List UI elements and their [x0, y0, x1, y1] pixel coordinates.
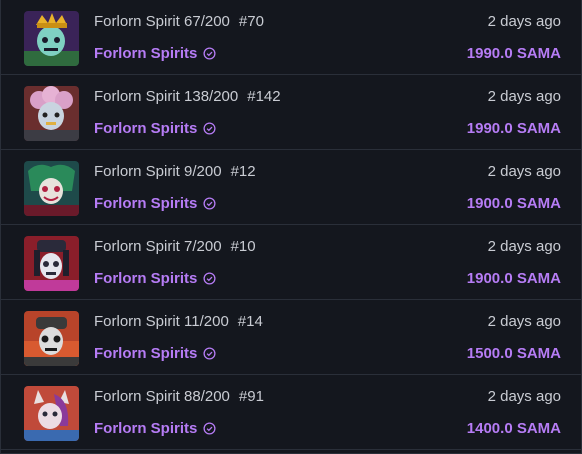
nft-thumbnail[interactable]	[24, 311, 79, 366]
sale-price: 1500.0 SAMA	[466, 345, 561, 362]
nft-number: #10	[230, 238, 256, 255]
nft-thumbnail[interactable]	[24, 236, 79, 291]
nft-thumbnail[interactable]	[24, 86, 79, 141]
collection-link[interactable]: Forlorn Spirits	[94, 195, 216, 212]
nft-title[interactable]: Forlorn Spirit 88/200 #91	[94, 388, 264, 405]
sale-time: 2 days ago	[487, 313, 561, 330]
sale-row[interactable]: Forlorn Spirit 67/200 #70 Forlorn Spirits…	[1, 0, 581, 75]
sale-time: 2 days ago	[487, 238, 561, 255]
sale-row[interactable]: Forlorn Spirit 11/200 #14 Forlorn Spirits…	[1, 300, 581, 375]
sale-time: 2 days ago	[487, 88, 561, 105]
verified-badge-icon	[203, 47, 216, 60]
sale-time: 2 days ago	[487, 163, 561, 180]
sale-row[interactable]: Forlorn Spirit 138/200 #142 Forlorn Spiri…	[1, 75, 581, 150]
sale-price: 1900.0 SAMA	[466, 195, 561, 212]
nft-number: #70	[238, 13, 264, 30]
collection-name[interactable]: Forlorn Spirits	[94, 195, 197, 212]
nft-title[interactable]: Forlorn Spirit 7/200 #10	[94, 238, 256, 255]
sale-time: 2 days ago	[487, 13, 561, 30]
sale-price: 1990.0 SAMA	[466, 120, 561, 137]
nft-title[interactable]: Forlorn Spirit 9/200 #12	[94, 163, 256, 180]
collection-link[interactable]: Forlorn Spirits	[94, 120, 216, 137]
nft-name[interactable]: Forlorn Spirit 7/200	[94, 238, 222, 255]
nft-thumbnail[interactable]	[24, 11, 79, 66]
verified-badge-icon	[203, 272, 216, 285]
sale-row[interactable]: Forlorn Spirit 88/200 #91 Forlorn Spirits…	[1, 375, 581, 450]
collection-link[interactable]: Forlorn Spirits	[94, 45, 216, 62]
sale-row[interactable]: Forlorn Spirit 7/200 #10 Forlorn Spirits …	[1, 225, 581, 300]
sale-time: 2 days ago	[487, 388, 561, 405]
nft-name[interactable]: Forlorn Spirit 67/200	[94, 13, 230, 30]
sale-price: 1400.0 SAMA	[466, 420, 561, 437]
verified-badge-icon	[203, 422, 216, 435]
sale-price: 1990.0 SAMA	[466, 45, 561, 62]
sale-row[interactable]: Forlorn Spirit 9/200 #12 Forlorn Spirits …	[1, 150, 581, 225]
sales-list: Forlorn Spirit 67/200 #70 Forlorn Spirits…	[0, 0, 582, 454]
sale-price: 1900.0 SAMA	[466, 270, 561, 287]
nft-number: #91	[238, 388, 264, 405]
collection-link[interactable]: Forlorn Spirits	[94, 345, 216, 362]
nft-thumbnail[interactable]	[24, 161, 79, 216]
nft-thumbnail[interactable]	[24, 386, 79, 441]
nft-name[interactable]: Forlorn Spirit 88/200	[94, 388, 230, 405]
nft-name[interactable]: Forlorn Spirit 138/200	[94, 88, 238, 105]
nft-name[interactable]: Forlorn Spirit 9/200	[94, 163, 222, 180]
nft-title[interactable]: Forlorn Spirit 138/200 #142	[94, 88, 281, 105]
nft-title[interactable]: Forlorn Spirit 11/200 #14	[94, 313, 263, 330]
collection-link[interactable]: Forlorn Spirits	[94, 420, 216, 437]
verified-badge-icon	[203, 122, 216, 135]
collection-name[interactable]: Forlorn Spirits	[94, 120, 197, 137]
collection-name[interactable]: Forlorn Spirits	[94, 345, 197, 362]
collection-name[interactable]: Forlorn Spirits	[94, 420, 197, 437]
nft-number: #12	[230, 163, 256, 180]
collection-name[interactable]: Forlorn Spirits	[94, 270, 197, 287]
nft-number: #142	[247, 88, 281, 105]
nft-number: #14	[237, 313, 263, 330]
verified-badge-icon	[203, 347, 216, 360]
nft-name[interactable]: Forlorn Spirit 11/200	[94, 313, 229, 330]
nft-title[interactable]: Forlorn Spirit 67/200 #70	[94, 13, 264, 30]
verified-badge-icon	[203, 197, 216, 210]
collection-name[interactable]: Forlorn Spirits	[94, 45, 197, 62]
collection-link[interactable]: Forlorn Spirits	[94, 270, 216, 287]
